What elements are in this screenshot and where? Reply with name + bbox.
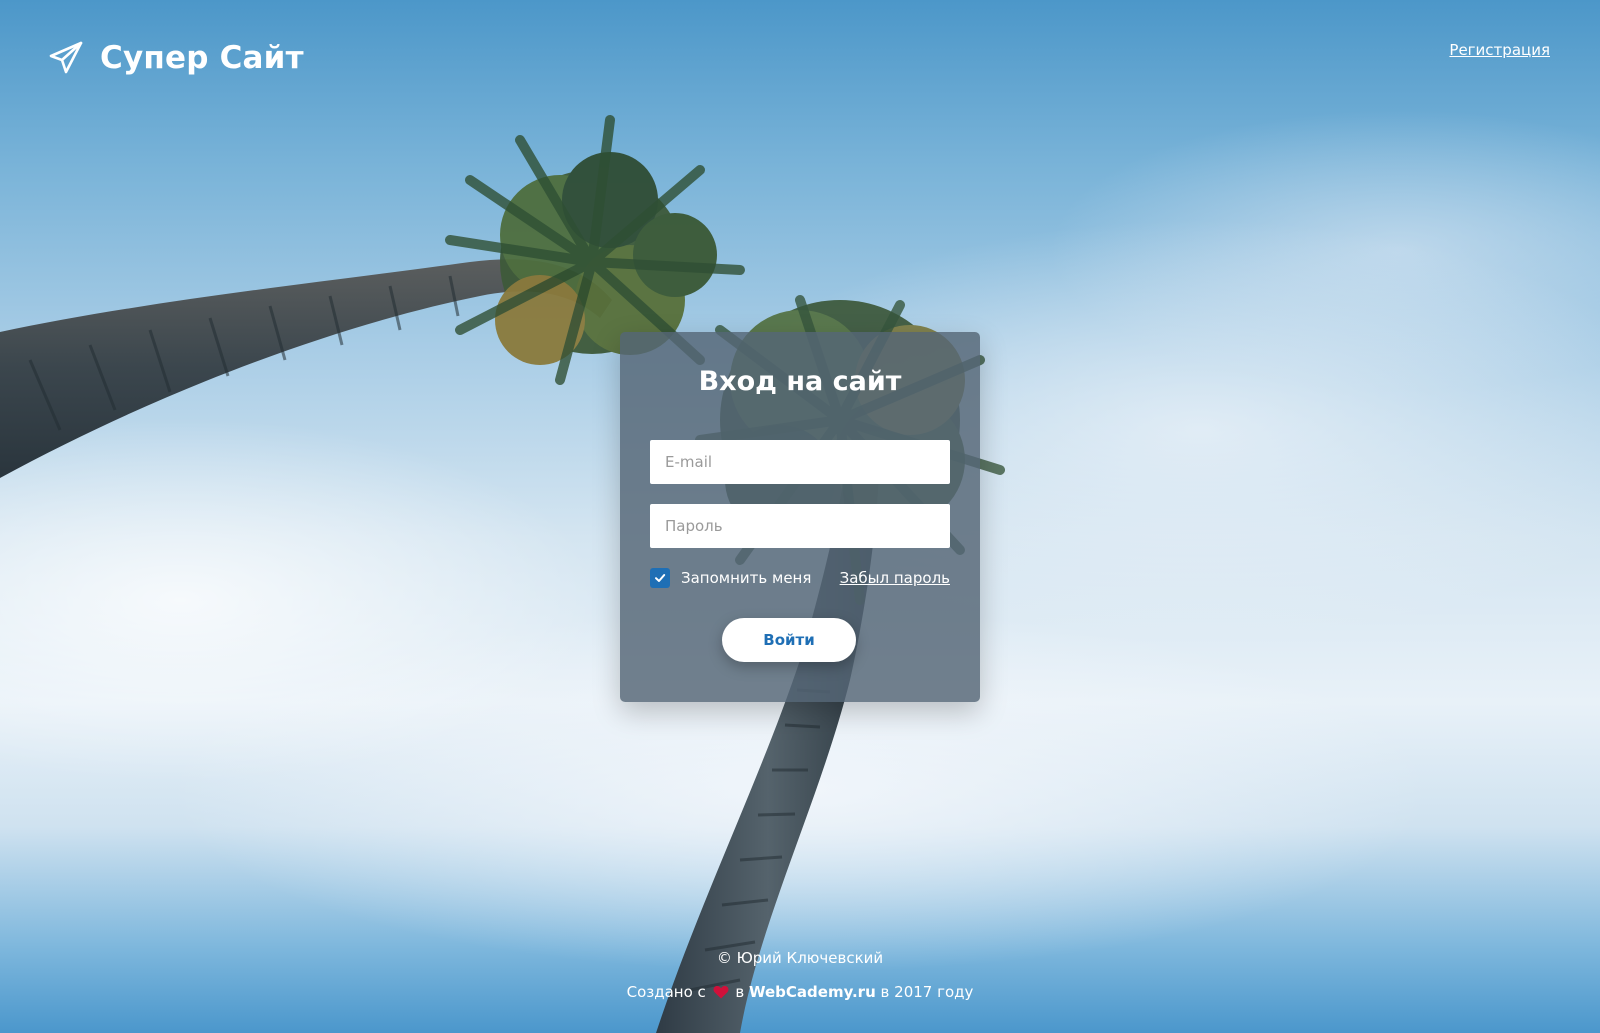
- login-page: Супер Сайт Регистрация Вход на сайт Запо…: [0, 0, 1600, 1033]
- email-input[interactable]: [650, 440, 950, 484]
- credits-line: Создано с в WebCademy.ru в 2017 году: [0, 982, 1600, 1002]
- copyright-text: © Юрий Ключевский: [716, 949, 884, 967]
- paper-plane-icon: [49, 41, 83, 74]
- password-input[interactable]: [650, 504, 950, 548]
- checkmark-icon: [655, 574, 666, 582]
- forgot-password-link[interactable]: Забыл пароль: [840, 568, 950, 588]
- credits-suffix: в 2017 году: [880, 983, 974, 1001]
- login-form: Вход на сайт Запомнить меня Забыл пароль…: [620, 332, 980, 702]
- credits-prefix: Создано с: [626, 983, 706, 1001]
- register-link[interactable]: Регистрация: [1449, 41, 1550, 59]
- footer: © Юрий Ключевский Создано с в WebCademy.…: [0, 948, 1600, 1002]
- heart-icon: [713, 985, 729, 999]
- login-title: Вход на сайт: [698, 366, 902, 397]
- remember-me-option[interactable]: Запомнить меня: [650, 568, 811, 588]
- site-logo[interactable]: Супер Сайт: [48, 40, 304, 76]
- remember-me-label: Запомнить меня: [681, 569, 812, 587]
- site-name: Супер Сайт: [100, 40, 304, 76]
- login-button[interactable]: Войти: [722, 618, 856, 662]
- remember-me-checkbox[interactable]: [650, 568, 670, 588]
- credits-middle: в: [735, 983, 745, 1001]
- webcademy-link[interactable]: WebCademy.ru: [749, 983, 876, 1001]
